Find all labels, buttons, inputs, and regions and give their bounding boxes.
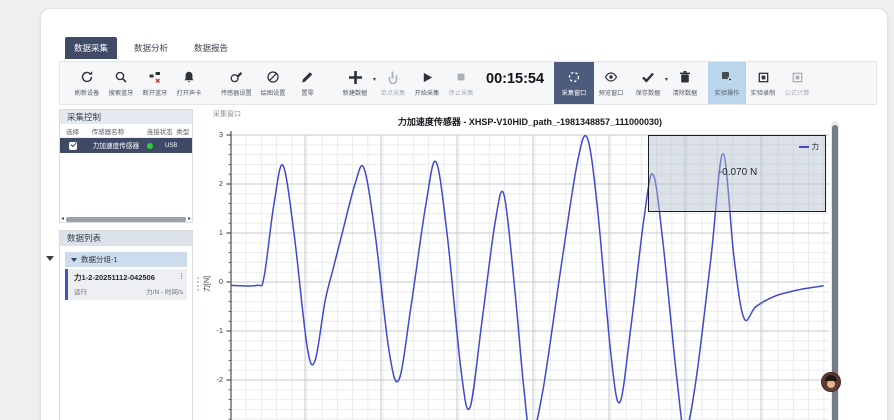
experiment-record-button[interactable]: 实验录制 bbox=[746, 64, 780, 102]
pen-icon bbox=[300, 70, 314, 85]
sensor-settings-icon bbox=[229, 70, 243, 85]
collect-timer: 00:15:54 bbox=[486, 71, 544, 87]
stop-collect-button[interactable]: 停止采集 bbox=[444, 64, 478, 102]
refresh-icon bbox=[80, 70, 94, 85]
formula-calc-button[interactable]: 公式计算 bbox=[780, 64, 814, 102]
dashed-circle-icon bbox=[567, 70, 581, 85]
app-window: 数据采集 数据分析 数据报告 刷新设备 搜索蓝牙 断开蓝牙 打开声卡 传感器设置… bbox=[40, 8, 888, 420]
avatar-hair bbox=[825, 375, 837, 381]
legend-label: 力 bbox=[812, 141, 820, 152]
data-group-header[interactable]: 数据分组-1 bbox=[65, 252, 187, 267]
data-item-status: 运行 bbox=[74, 286, 87, 296]
stop-icon bbox=[455, 70, 467, 85]
chart-plot[interactable]: 3210-1-2 力[N] -0.070 N 力 bbox=[197, 129, 829, 420]
trash-icon bbox=[678, 70, 692, 85]
save-data-button[interactable]: 保存数据 ▾ bbox=[628, 64, 668, 102]
data-list-title: 数据列表 bbox=[60, 231, 192, 246]
y-axis-label: 力[N] bbox=[202, 276, 212, 292]
record-square-icon bbox=[757, 70, 770, 85]
hscroll-thumb[interactable] bbox=[66, 217, 186, 222]
formula-square-icon bbox=[791, 70, 804, 85]
plot-settings-button[interactable]: 绘图设置 bbox=[256, 64, 290, 102]
zero-button[interactable]: 置零 bbox=[290, 64, 324, 102]
play-icon bbox=[421, 70, 434, 85]
bluetooth-disconnect-icon bbox=[148, 70, 162, 85]
sensor-type: USB bbox=[165, 143, 177, 149]
data-item-title: 力1-2-20251112-042506 bbox=[74, 272, 183, 283]
check-icon bbox=[641, 70, 655, 85]
sidebar-hscrollbar[interactable]: ◂ ▸ bbox=[61, 216, 191, 223]
open-soundcard-button[interactable]: 打开声卡 bbox=[172, 64, 206, 102]
value-annotation: -0.070 N bbox=[678, 167, 798, 178]
kebab-menu-icon[interactable]: ⋮ bbox=[178, 272, 185, 280]
search-bluetooth-button[interactable]: 搜索蓝牙 bbox=[104, 64, 138, 102]
eye-icon bbox=[604, 70, 618, 85]
collect-control-title: 采集控制 bbox=[60, 110, 192, 124]
single-point-button[interactable]: 单点采集 bbox=[376, 64, 410, 102]
clear-data-button[interactable]: 清除数据 bbox=[668, 64, 702, 102]
chart-title: 力加速度传感器 - XHSP-V10HID_path_-1981348857_1… bbox=[231, 115, 829, 128]
chevron-down-icon bbox=[71, 258, 77, 262]
sensor-name: 力加速度传感器 bbox=[78, 141, 131, 151]
bell-icon bbox=[182, 70, 196, 85]
chart-legend: 力 bbox=[799, 141, 820, 152]
scroll-right-icon[interactable]: ▸ bbox=[188, 216, 191, 223]
collect-window-button[interactable]: 采集窗口 bbox=[554, 62, 594, 104]
cursor-panel-icon bbox=[720, 70, 734, 85]
sensor-table-header: 选择 传感器名称 连接状态 类型 bbox=[60, 124, 192, 138]
sensor-row[interactable]: 力加速度传感器 USB bbox=[60, 138, 192, 153]
toolbar: 刷新设备 搜索蓝牙 断开蓝牙 打开声卡 传感器设置 绘图设置 置零 bbox=[59, 61, 877, 105]
tab-data-collect[interactable]: 数据采集 bbox=[65, 37, 117, 59]
app-screen: 数据采集 数据分析 数据报告 刷新设备 搜索蓝牙 断开蓝牙 打开声卡 传感器设置… bbox=[0, 0, 894, 420]
avatar-face bbox=[827, 380, 835, 388]
data-item-axes: 力/N - 时间/s bbox=[146, 286, 183, 296]
start-collect-button[interactable]: 开始采集 bbox=[410, 64, 444, 102]
new-data-button[interactable]: 新建数据 ▾ bbox=[334, 64, 376, 102]
sensor-checkbox[interactable] bbox=[69, 142, 77, 150]
data-list-panel: 数据列表 数据分组-1 力1-2-20251112-042506 ⋮ 运行 力/… bbox=[59, 230, 193, 420]
plus-icon bbox=[348, 70, 363, 85]
legend-swatch bbox=[799, 146, 809, 148]
disconnect-bluetooth-button[interactable]: 断开蓝牙 bbox=[138, 64, 172, 102]
tab-data-report[interactable]: 数据报告 bbox=[185, 37, 237, 59]
hand-point-icon bbox=[386, 70, 400, 85]
main-tabbar: 数据采集 数据分析 数据报告 bbox=[65, 37, 237, 59]
plot-settings-icon bbox=[266, 70, 280, 85]
floating-avatar-button[interactable] bbox=[821, 372, 841, 392]
tab-data-analysis[interactable]: 数据分析 bbox=[125, 37, 177, 59]
data-list-item[interactable]: 力1-2-20251112-042506 ⋮ 运行 力/N - 时间/s bbox=[65, 269, 187, 300]
sidebar-collapse-icon[interactable] bbox=[46, 256, 54, 261]
status-dot bbox=[147, 143, 153, 149]
collect-control-panel: 采集控制 选择 传感器名称 连接状态 类型 力加速度传感器 USB bbox=[59, 109, 193, 223]
sensor-settings-button[interactable]: 传感器设置 bbox=[216, 64, 256, 102]
refresh-device-button[interactable]: 刷新设备 bbox=[70, 64, 104, 102]
experiment-op-button[interactable]: 实验操作 bbox=[708, 62, 746, 104]
scroll-left-icon[interactable]: ◂ bbox=[61, 216, 64, 223]
search-icon bbox=[114, 70, 128, 85]
preview-window-button[interactable]: 预览窗口 bbox=[594, 64, 628, 102]
